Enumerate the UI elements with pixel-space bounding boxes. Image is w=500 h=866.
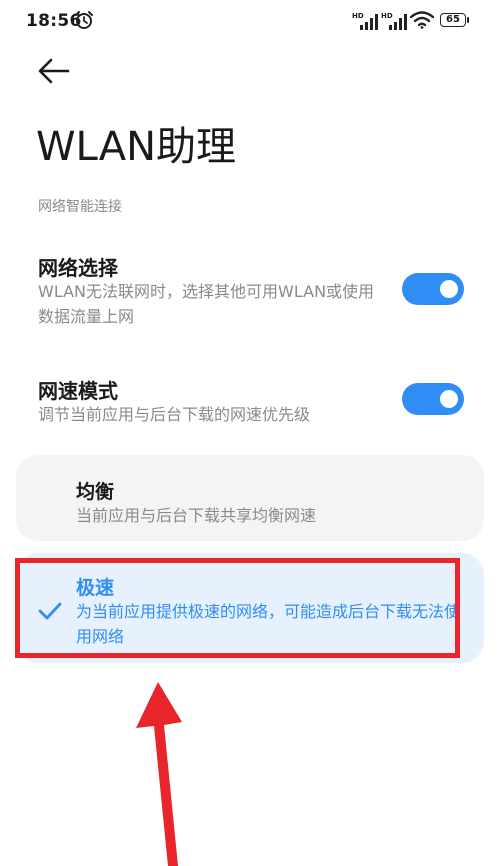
cellular-signal-1-icon: HD [352, 12, 378, 30]
setting-title: 网络选择 [38, 256, 118, 280]
setting-description: 调节当前应用与后台下载的网速优先级 [38, 405, 311, 424]
setting-title: 网速模式 [38, 379, 118, 403]
alarm-clock-icon [75, 11, 93, 29]
battery-indicator: 65 [440, 13, 466, 27]
annotation-arrow-icon [136, 682, 182, 866]
annotation-highlight-box [15, 558, 460, 658]
option-description: 当前应用与后台下载共享均衡网速 [76, 506, 317, 525]
network-selection-toggle[interactable] [402, 273, 464, 305]
setting-description: WLAN无法联网时，选择其他可用WLAN或使用数据流量上网 [38, 282, 375, 326]
toggle-knob [440, 390, 458, 408]
option-title: 均衡 [76, 481, 115, 503]
battery-tip [467, 17, 469, 23]
section-label: 网络智能连接 [38, 199, 122, 215]
battery-level: 65 [446, 14, 460, 25]
cellular-signal-2-icon: HD [381, 12, 407, 30]
toggle-knob [440, 280, 458, 298]
speed-mode-toggle[interactable] [402, 383, 464, 415]
wifi-icon [410, 11, 434, 29]
option-balanced[interactable]: 均衡 当前应用与后台下载共享均衡网速 [16, 455, 484, 541]
page-title: WLAN助理 [36, 124, 237, 170]
back-arrow-icon[interactable] [38, 57, 70, 85]
status-bar: 18:56 HD HD 65 [0, 0, 500, 40]
